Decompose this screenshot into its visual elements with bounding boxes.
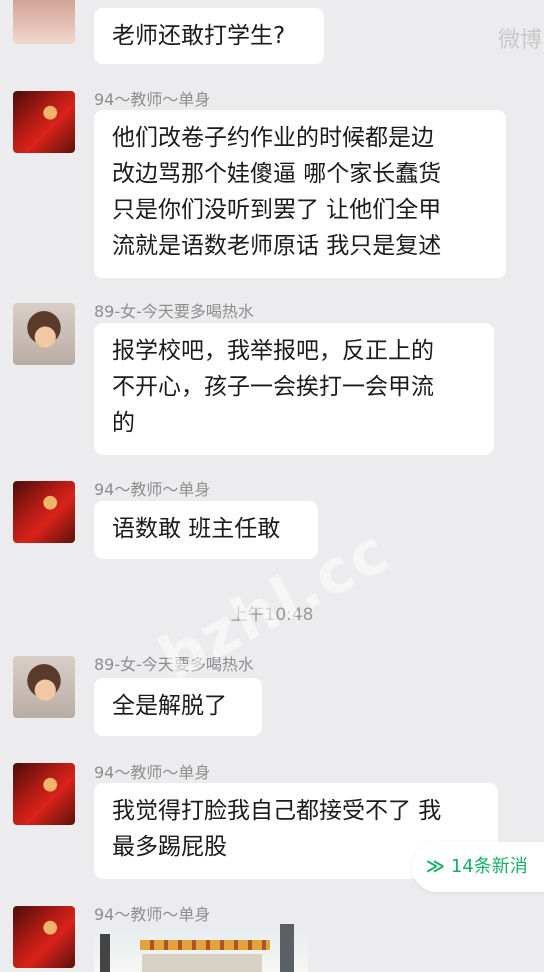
sender-name: 94～教师～单身 [94,90,211,109]
sender-name: 94～教师～单身 [94,480,211,499]
message-text: 不开心，孩子一会挨打一会甲流 [112,374,434,400]
message-text: 我觉得打脸我自己都接受不了 我 [112,798,442,824]
new-messages-label: 14条新消 [450,856,528,877]
message-text: 全是解脱了 [112,693,227,719]
message-text: 他们改卷子约作业的时候都是边 [112,125,434,151]
photo-detail [142,954,262,972]
photo-detail [100,934,110,972]
message-text: 的 [112,410,135,436]
weibo-watermark-icon: 微博 [498,28,543,52]
double-chevron-down-icon: ≫ [426,856,445,877]
message-bubble[interactable]: 报学校吧，我举报吧，反正上的 不开心，孩子一会挨打一会甲流 的 [94,323,494,455]
avatar[interactable] [13,303,75,365]
message-bubble[interactable]: 全是解脱了 [94,678,262,736]
sender-name: 94～教师～单身 [94,763,211,782]
message-text: 只是你们没听到罢了 让他们全甲 [112,197,442,223]
avatar[interactable] [13,91,75,153]
image-message[interactable] [94,924,308,972]
new-messages-button[interactable]: ≫ 14条新消 [412,842,544,892]
message-text: 老师还敢打学生? [112,23,286,49]
avatar[interactable] [13,656,75,718]
avatar[interactable] [13,906,75,968]
avatar[interactable] [13,481,75,543]
avatar[interactable] [13,0,75,44]
message-bubble[interactable]: 语数敢 班主任敢 [94,501,318,559]
message-bubble[interactable]: 他们改卷子约作业的时候都是边 改边骂那个娃傻逼 哪个家长蠢货 只是你们没听到罢了… [94,110,506,278]
photo-detail [140,940,270,950]
message-text: 语数敢 班主任敢 [112,516,281,542]
message-text: 改边骂那个娃傻逼 哪个家长蠢货 [112,161,442,187]
sender-name: 89-女-今天要多喝热水 [94,655,254,674]
photo-detail [280,924,294,972]
timestamp: 上午10:48 [230,605,314,625]
avatar[interactable] [13,763,75,825]
message-text: 流就是语数老师原话 我只是复述 [112,233,442,259]
sender-name: 94～教师～单身 [94,905,211,924]
sender-name: 89-女-今天要多喝热水 [94,302,254,321]
message-text: 报学校吧，我举报吧，反正上的 [112,338,434,364]
message-bubble[interactable]: 老师还敢打学生? [94,8,324,64]
